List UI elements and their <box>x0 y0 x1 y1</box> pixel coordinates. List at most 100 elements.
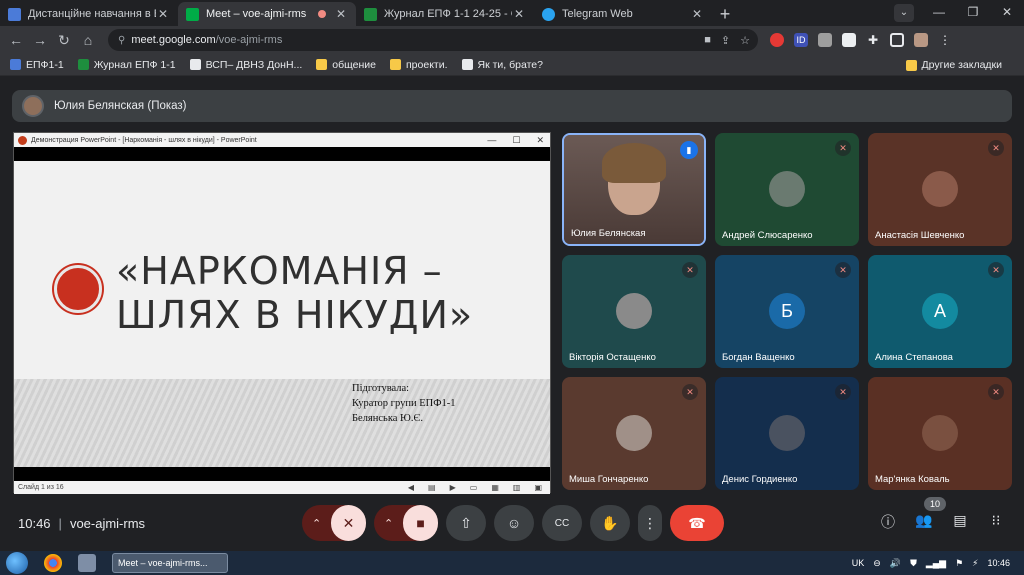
close-icon[interactable]: ✕ <box>156 7 170 21</box>
slide: «НАРКОМАНІЯ – ШЛЯХ В НІКУДИ» Підготувала… <box>14 161 550 467</box>
tab-title: Журнал ЕПФ 1-1 24-25 - Goo <box>384 8 512 20</box>
taskbar-chrome-task[interactable]: Meet – voe-ajmi-rms... <box>112 553 228 573</box>
maximize-icon[interactable]: ❐ <box>956 5 990 19</box>
bookmark-vsp[interactable]: ВСП– ДВНЗ ДонН... <box>189 59 302 71</box>
folder-icon <box>390 59 401 70</box>
participant-tile[interactable]: ✕ Анастасія Шевченко <box>868 133 1012 246</box>
language-indicator[interactable]: UK <box>852 558 865 568</box>
participant-tile[interactable]: ✕ Мар'янка Коваль <box>868 377 1012 490</box>
close-icon[interactable]: ✕ <box>690 7 704 21</box>
meeting-details-icon[interactable]: ⓘ <box>876 512 900 532</box>
bookmark-other[interactable]: Другие закладки <box>905 54 1002 76</box>
extension-id-icon[interactable]: ID <box>794 33 808 47</box>
participant-tile[interactable]: ▮ Юлия Белянская <box>562 133 706 246</box>
camera-options-chevron-icon[interactable]: ⌃ <box>374 517 403 530</box>
extensions-puzzle-icon[interactable]: ✚ <box>866 33 880 47</box>
mic-off-icon: ✕ <box>988 384 1004 400</box>
profile-avatar[interactable] <box>914 33 928 47</box>
tab-telegram[interactable]: Telegram Web ✕ <box>534 2 712 26</box>
start-button-icon[interactable] <box>6 552 28 574</box>
site-info-icon[interactable]: ⚲ <box>118 35 125 46</box>
volume-icon[interactable]: 🔊 <box>890 558 901 569</box>
recording-indicator-icon <box>318 10 326 18</box>
reactions-button[interactable]: ☺ <box>494 505 534 541</box>
tab-distance-learning[interactable]: Дистанційне навчання в ВСП ✕ <box>0 2 178 26</box>
presenter-bar[interactable]: Юлия Белянская (Показ) <box>12 90 1012 122</box>
sheets-icon <box>364 7 377 21</box>
participant-name: Денис Гордиенко <box>722 474 798 485</box>
participant-tile[interactable]: ✕ А Алина Степанова <box>868 255 1012 368</box>
close-icon[interactable]: ✕ <box>512 7 526 21</box>
avatar <box>769 415 805 451</box>
meet-controls: 10:46 | voe-ajmi-rms ⌃ ✕ ⌃ ■ ⇧ ☺ CC ✋ ⋮ ☎ … <box>0 497 1024 549</box>
folder-icon <box>905 59 917 71</box>
avatar <box>616 415 652 451</box>
slide-letterbox <box>14 467 550 481</box>
menu-kebab-icon[interactable]: ⋮ <box>938 33 952 47</box>
bookmark-epf[interactable]: ЕПФ1-1 <box>10 59 64 71</box>
taskbar-clock[interactable]: 10:46 <box>987 558 1010 568</box>
shield-icon[interactable]: ⛊ <box>910 558 917 569</box>
minus-icon[interactable]: ⊖ <box>873 558 881 569</box>
present-button[interactable]: ⇧ <box>446 505 486 541</box>
floppy-icon[interactable] <box>78 554 96 572</box>
tab-search-icon[interactable]: ⌄ <box>894 4 914 22</box>
reload-icon[interactable]: ↻ <box>52 32 76 49</box>
participant-tile[interactable]: ✕ Б Богдан Ващенко <box>715 255 859 368</box>
bookmark-yak-ty-brate[interactable]: Як ти, брате? <box>461 59 543 71</box>
chrome-icon[interactable] <box>44 554 62 572</box>
tab-journal[interactable]: Журнал ЕПФ 1-1 24-25 - Goo ✕ <box>356 2 534 26</box>
tab-title: Meet – voe-ajmi-rms <box>206 8 307 20</box>
screen-share[interactable]: Демонстрация PowerPoint - [Наркоманія - … <box>13 132 551 494</box>
minimize-icon[interactable]: — <box>922 5 956 19</box>
share-icon[interactable]: ⇪ <box>721 34 730 47</box>
network-icon[interactable]: ▂▄▆ <box>926 558 946 569</box>
side-panel-icon[interactable] <box>890 33 904 47</box>
participant-tile[interactable]: ✕ Андрей Слюсаренко <box>715 133 859 246</box>
camera-off-button[interactable]: ■ <box>403 505 438 541</box>
camera-icon[interactable]: ■ <box>704 34 711 47</box>
captions-button[interactable]: CC <box>542 505 582 541</box>
activities-icon[interactable]: ⁝⁝ <box>984 512 1008 529</box>
raise-hand-button[interactable]: ✋ <box>590 505 630 541</box>
people-icon[interactable]: 👥 <box>912 512 936 529</box>
red-stamp-icon <box>54 265 102 313</box>
avatar <box>922 171 958 207</box>
separator: | <box>58 516 62 531</box>
participant-name: Юлия Белянская <box>571 228 646 239</box>
mic-off-button[interactable]: ✕ <box>331 505 366 541</box>
tab-meet[interactable]: Meet – voe-ajmi-rms ✕ <box>178 2 356 26</box>
close-window-icon[interactable]: ✕ <box>990 5 1024 19</box>
meet-stage: Юлия Белянская (Показ) Демонстрация Powe… <box>0 76 1024 551</box>
meeting-info: 10:46 | voe-ajmi-rms <box>18 516 145 531</box>
extension-slider-icon[interactable] <box>842 33 856 47</box>
sorter-view-icon: ▦ <box>491 483 499 492</box>
bookmark-folder-obshchenie[interactable]: общение <box>316 59 376 71</box>
power-icon[interactable]: ⚡ <box>972 558 978 569</box>
forward-icon[interactable]: → <box>28 32 52 48</box>
extension-red-icon[interactable] <box>770 33 784 47</box>
home-icon[interactable]: ⌂ <box>76 32 100 48</box>
back-icon[interactable]: ← <box>4 32 28 48</box>
meeting-time: 10:46 <box>18 516 51 531</box>
avatar <box>922 415 958 451</box>
bookmark-journal[interactable]: Журнал ЕПФ 1-1 <box>77 59 176 71</box>
slide-credits: Підготувала: Куратор групи ЕПФ1-1 Белянс… <box>352 383 456 424</box>
flag-icon[interactable]: ⚑ <box>955 558 963 569</box>
mic-options-chevron-icon[interactable]: ⌃ <box>302 517 331 530</box>
end-call-button[interactable]: ☎ <box>670 505 724 541</box>
participant-tile[interactable]: ✕ Денис Гордиенко <box>715 377 859 490</box>
tab-title: Дистанційне навчання в ВСП <box>28 8 156 20</box>
bookmark-star-icon[interactable]: ☆ <box>740 34 750 47</box>
bookmark-label: Другие закладки <box>921 59 1002 71</box>
participant-tile[interactable]: ✕ Миша Гончаренко <box>562 377 706 490</box>
close-icon[interactable]: ✕ <box>334 7 348 21</box>
chat-icon[interactable]: ▤ <box>948 512 972 529</box>
new-tab-button[interactable]: + <box>712 2 738 26</box>
extension-grey-icon[interactable] <box>818 33 832 47</box>
avatar <box>22 95 44 117</box>
more-options-button[interactable]: ⋮ <box>638 505 662 541</box>
address-bar[interactable]: ⚲ meet.google.com/voe-ajmi-rms ■ ⇪ ☆ <box>108 29 758 51</box>
bookmark-folder-proekty[interactable]: проекти. <box>390 59 448 71</box>
participant-tile[interactable]: ✕ Вікторія Остащенко <box>562 255 706 368</box>
